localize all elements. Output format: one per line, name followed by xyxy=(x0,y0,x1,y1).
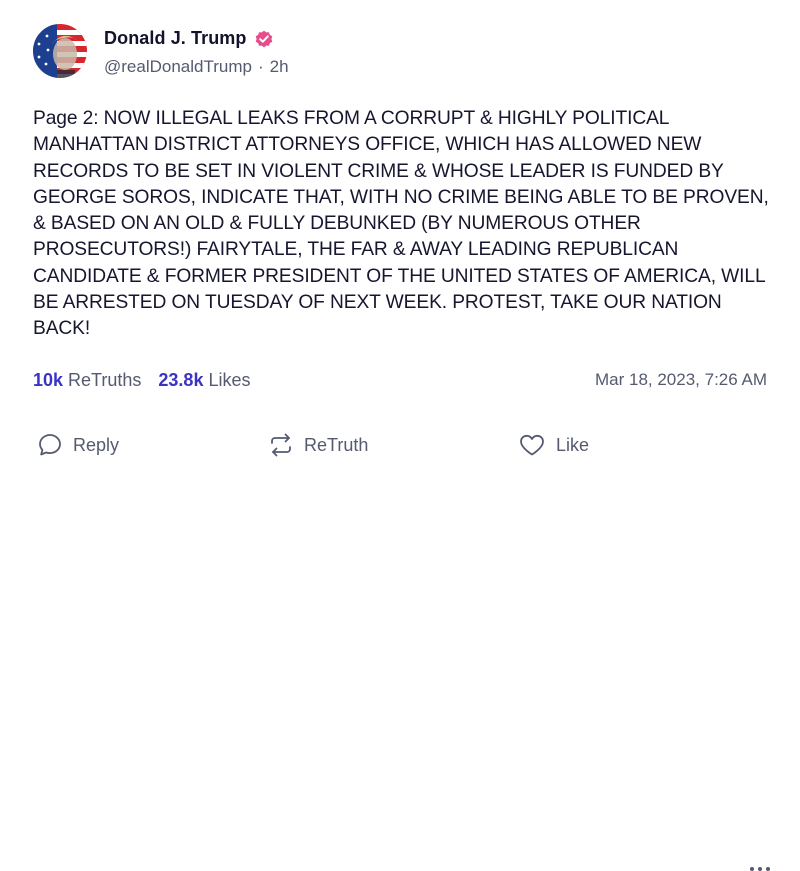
like-button[interactable]: Like xyxy=(518,432,589,458)
reply-button[interactable]: Reply xyxy=(37,432,119,458)
avatar[interactable] xyxy=(33,24,87,78)
name-row: Donald J. Trump xyxy=(104,26,289,52)
author-display-name[interactable]: Donald J. Trump xyxy=(104,28,247,49)
author-meta-row: @realDonaldTrump · 2h xyxy=(104,57,289,77)
likes-label: Likes xyxy=(208,370,251,390)
author-handle[interactable]: @realDonaldTrump xyxy=(104,57,252,77)
author-block: Donald J. Trump @realDonaldTrump · 2h xyxy=(104,26,289,77)
repost-arrows-icon xyxy=(268,432,294,458)
likes-count: 23.8k xyxy=(158,370,204,390)
speech-bubble-icon xyxy=(37,432,63,458)
retruths-count: 10k xyxy=(33,370,64,390)
retruth-button[interactable]: ReTruth xyxy=(268,432,368,458)
post-timestamp[interactable]: Mar 18, 2023, 7:26 AM xyxy=(595,370,767,390)
post-body: Page 2: NOW ILLEGAL LEAKS FROM A CORRUPT… xyxy=(33,108,769,340)
post-age: 2h xyxy=(269,56,289,76)
heart-icon xyxy=(518,432,546,458)
likes-stat[interactable]: 23.8k Likes xyxy=(158,370,250,391)
like-label: Like xyxy=(556,434,590,455)
retruths-stat[interactable]: 10k ReTruths xyxy=(33,370,141,391)
more-dots-icon[interactable] xyxy=(750,867,770,871)
more-dot xyxy=(766,867,770,871)
reply-label: Reply xyxy=(73,434,120,455)
post-stats: 10k ReTruths 23.8k Likes xyxy=(33,370,250,391)
post-card: Donald J. Trump @realDonaldTrump · 2h Pa… xyxy=(0,0,800,871)
retruth-label: ReTruth xyxy=(304,434,369,455)
post-header: Donald J. Trump @realDonaldTrump · 2h xyxy=(33,24,289,78)
action-bar: Reply ReTruth Like xyxy=(0,430,800,871)
more-dot xyxy=(750,867,754,871)
verified-badge-icon xyxy=(254,29,274,49)
meta-separator: · xyxy=(257,56,264,76)
more-dot xyxy=(758,867,762,871)
retruths-label: ReTruths xyxy=(68,370,142,390)
